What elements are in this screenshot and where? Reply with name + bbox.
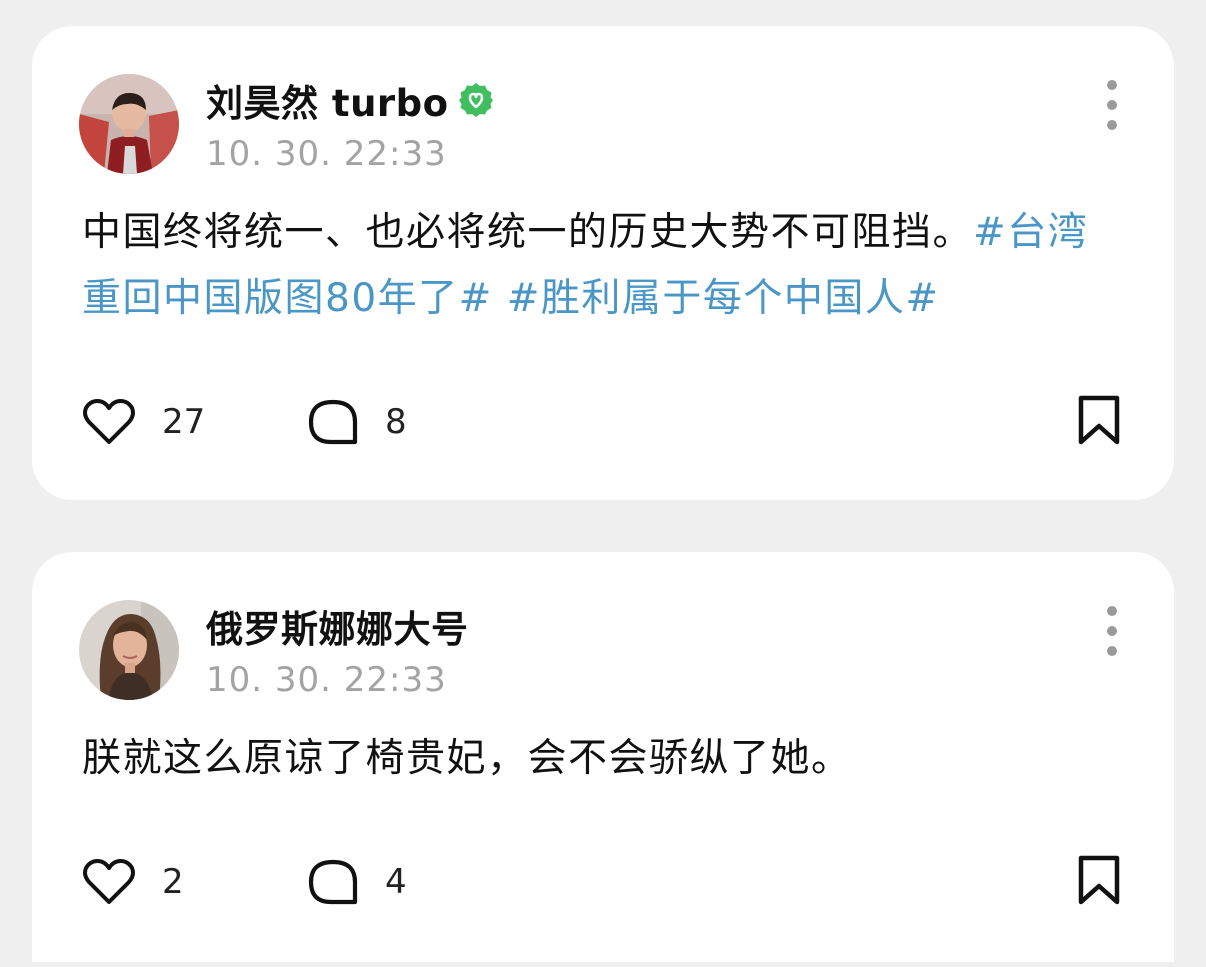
author-row: 刘昊然 turbo — [206, 72, 495, 128]
author-row: 俄罗斯娜娜大号 — [206, 598, 469, 654]
comment-count: 8 — [385, 402, 407, 442]
post-text: 中国终将统一、也必将统一的历史大势不可阻挡。#台湾重回中国版图80年了# #胜利… — [82, 200, 1128, 332]
post-timestamp: 10. 30. 22:33 — [206, 134, 447, 174]
comment-bubble-icon — [308, 859, 358, 905]
avatar[interactable] — [79, 600, 179, 700]
like-button[interactable]: 27 — [82, 398, 307, 446]
more-vertical-icon-dot — [1107, 646, 1117, 656]
post-card[interactable]: 俄罗斯娜娜大号 10. 30. 22:33 朕就这么原谅了椅贵妃，会不会骄纵了她… — [32, 552, 1174, 962]
more-vertical-icon-dot — [1107, 100, 1117, 110]
like-count: 2 — [162, 862, 184, 902]
more-vertical-icon-dot — [1107, 626, 1117, 636]
avatar[interactable] — [79, 74, 179, 174]
more-options-button[interactable] — [1100, 80, 1124, 130]
like-button[interactable]: 2 — [82, 858, 307, 906]
more-options-button[interactable] — [1100, 606, 1124, 656]
more-vertical-icon — [1107, 80, 1117, 90]
author-name[interactable]: 刘昊然 turbo — [206, 73, 449, 127]
like-count: 27 — [162, 402, 206, 442]
comment-count: 4 — [385, 862, 407, 902]
post-card[interactable]: 刘昊然 turbo 10. 30. 22:33 中国终将统一、也必将统一的历史大… — [32, 26, 1174, 500]
bookmark-icon — [1078, 395, 1120, 445]
bookmark-button[interactable] — [1076, 854, 1122, 910]
post-actions: 2 4 — [82, 852, 1122, 912]
heart-icon — [83, 859, 135, 904]
comment-bubble-icon — [308, 399, 358, 445]
author-name[interactable]: 俄罗斯娜娜大号 — [206, 599, 469, 653]
post-body: 朕就这么原谅了椅贵妃，会不会骄纵了她。 — [82, 736, 852, 781]
hashtag-link[interactable]: #胜利属于每个中国人# — [507, 276, 940, 321]
bookmark-button[interactable] — [1076, 394, 1122, 450]
post-timestamp: 10. 30. 22:33 — [206, 660, 447, 700]
post-text: 朕就这么原谅了椅贵妃，会不会骄纵了她。 — [82, 726, 1128, 792]
bookmark-icon — [1078, 855, 1120, 905]
comment-button[interactable]: 4 — [307, 858, 407, 906]
more-vertical-icon-dot — [1107, 120, 1117, 130]
comment-button[interactable]: 8 — [307, 398, 407, 446]
post-body: 中国终将统一、也必将统一的历史大势不可阻挡。 — [82, 210, 974, 255]
more-vertical-icon — [1107, 606, 1117, 616]
post-actions: 27 8 — [82, 392, 1122, 452]
verified-badge-icon — [457, 81, 495, 119]
heart-icon — [83, 399, 135, 444]
